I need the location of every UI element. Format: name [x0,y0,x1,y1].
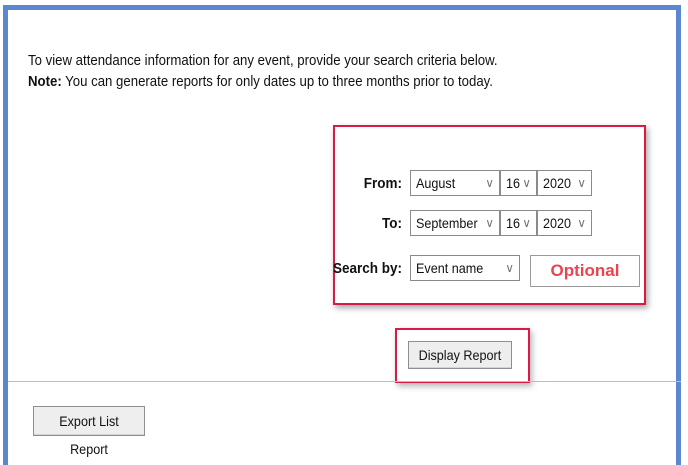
chevron-down-icon: ∨ [577,176,586,190]
chevron-down-icon: ∨ [577,216,586,230]
instructions-line: To view attendance information for any e… [28,52,498,69]
chevron-down-icon: ∨ [522,176,531,190]
from-day-select[interactable]: 16 ∨ [500,170,537,196]
instructions: To view attendance information for any e… [28,50,591,92]
divider [8,381,681,382]
to-year-select[interactable]: 2020 ∨ [537,210,592,236]
search-by-label: Search by: [332,260,402,277]
from-month-value: August [416,175,456,191]
optional-field[interactable]: Optional [530,255,640,287]
to-month-value: September [416,215,478,231]
from-day-value: 16 [506,175,521,191]
chevron-down-icon: ∨ [485,176,494,190]
from-label: From: [363,175,402,192]
to-year-value: 2020 [543,215,572,231]
to-day-value: 16 [506,215,521,231]
search-by-select[interactable]: Event name ∨ [410,255,520,281]
chevron-down-icon: ∨ [505,261,514,275]
search-by-value: Event name [416,260,484,276]
display-report-label: Display Report [418,347,502,363]
to-month-select[interactable]: September ∨ [410,210,500,236]
from-month-select[interactable]: August ∨ [410,170,500,196]
export-list-report-button[interactable]: Export List Report [33,406,145,457]
from-year-value: 2020 [543,175,572,191]
to-day-select[interactable]: 16 ∨ [500,210,537,236]
chevron-down-icon: ∨ [485,216,494,230]
note-line: Note: You can generate reports for only … [28,71,591,92]
chevron-down-icon: ∨ [522,216,531,230]
export-list-report-label: Export List Report [59,413,119,457]
display-report-button[interactable]: Display Report [408,341,512,369]
note-label: Note: [28,73,62,90]
note-text: You can generate reports for only dates … [61,73,493,90]
to-label: To: [382,215,402,232]
from-year-select[interactable]: 2020 ∨ [537,170,592,196]
